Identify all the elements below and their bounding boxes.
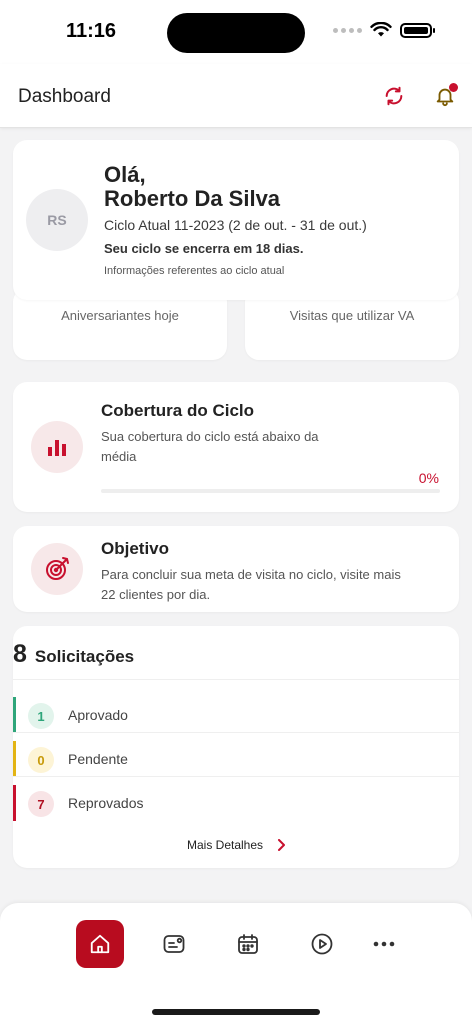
coverage-title: Cobertura do Ciclo	[101, 401, 255, 420]
request-row-rejected[interactable]: 7 Reprovados	[13, 785, 459, 821]
cycle-end-text: Seu ciclo se encerra em 18 dias.	[104, 241, 303, 256]
request-status-label: Aprovado	[68, 707, 128, 723]
status-badge: 0	[28, 747, 54, 773]
notification-dot	[449, 83, 458, 92]
status-bar: 11:16	[0, 0, 472, 64]
request-row-pending[interactable]: 0 Pendente	[13, 741, 459, 777]
objective-title: Objetivo	[101, 539, 170, 558]
chevron-right-icon	[278, 839, 286, 851]
current-cycle: Ciclo Atual 11-2023 (2 de out. - 31 de o…	[104, 217, 367, 233]
bell-icon[interactable]	[431, 82, 459, 110]
dynamic-island	[167, 13, 305, 53]
request-status-label: Pendente	[68, 751, 128, 767]
wifi-icon	[370, 22, 392, 37]
nav-more[interactable]	[360, 920, 408, 968]
home-indicator	[152, 1009, 320, 1015]
requests-card: 8 Solicitações 1 Aprovado 0 Pendente 7 R…	[13, 626, 459, 868]
requests-count: 8	[13, 640, 27, 668]
sync-icon[interactable]	[380, 82, 408, 110]
status-time: 11:16	[66, 20, 117, 42]
objective-description: Para concluir sua meta de visita no cicl…	[101, 567, 401, 602]
status-bar-approved	[13, 697, 16, 732]
coverage-description: Sua cobertura do ciclo está abaixo da mé…	[101, 429, 319, 464]
requests-title: Solicitações	[34, 647, 135, 666]
coverage-card[interactable]: Cobertura do Ciclo Sua cobertura do cicl…	[13, 382, 459, 512]
coverage-progress-bar	[101, 489, 440, 493]
bottom-nav	[0, 903, 472, 1024]
user-name: Roberto Da Silva	[104, 186, 281, 211]
cycle-end-prefix: Seu ciclo se encerra em	[104, 241, 256, 256]
divider	[13, 679, 459, 680]
more-details-label: Mais Detalhes	[186, 838, 264, 852]
calendar-icon	[238, 934, 258, 954]
home-icon	[90, 934, 110, 954]
more-details-link[interactable]: Mais Detalhes	[13, 838, 459, 852]
requests-header: 8 Solicitações	[13, 640, 134, 669]
coverage-percent: 0%	[418, 470, 439, 486]
greeting-hello: Olá,	[104, 162, 146, 187]
profile-card-icon	[163, 935, 185, 953]
status-bar-pending	[13, 741, 16, 776]
greeting-card: RS Olá, Roberto Da Silva Ciclo Atual 11-…	[13, 140, 459, 300]
status-bar-rejected	[13, 785, 16, 821]
objective-card[interactable]: Objetivo Para concluir sua meta de visit…	[13, 526, 459, 612]
cycle-info-note: Informações referentes ao ciclo atual	[104, 265, 285, 277]
visits-card-label: Visitas que utilizar VA	[289, 308, 415, 323]
cycle-end-days: 18 dias.	[255, 241, 304, 256]
nav-home[interactable]	[76, 920, 124, 968]
nav-calendar[interactable]	[224, 920, 272, 968]
play-icon	[311, 933, 333, 955]
request-row-approved[interactable]: 1 Aprovado	[13, 697, 459, 733]
nav-play[interactable]	[298, 920, 346, 968]
target-icon	[31, 543, 83, 595]
status-badge: 7	[28, 791, 54, 817]
battery-icon	[400, 22, 435, 38]
avatar: RS	[26, 189, 88, 251]
birthdays-card-label: Aniversariantes hoje	[61, 308, 179, 323]
more-icon	[373, 941, 395, 947]
bar-chart-icon	[31, 421, 83, 473]
request-status-label: Reprovados	[68, 795, 144, 811]
status-badge: 1	[28, 703, 54, 729]
status-indicators	[333, 22, 435, 38]
app-header: Dashboard	[0, 64, 472, 128]
page-title: Dashboard	[18, 86, 111, 107]
cellular-signal-icon	[333, 27, 362, 33]
nav-profile-card[interactable]	[150, 920, 198, 968]
